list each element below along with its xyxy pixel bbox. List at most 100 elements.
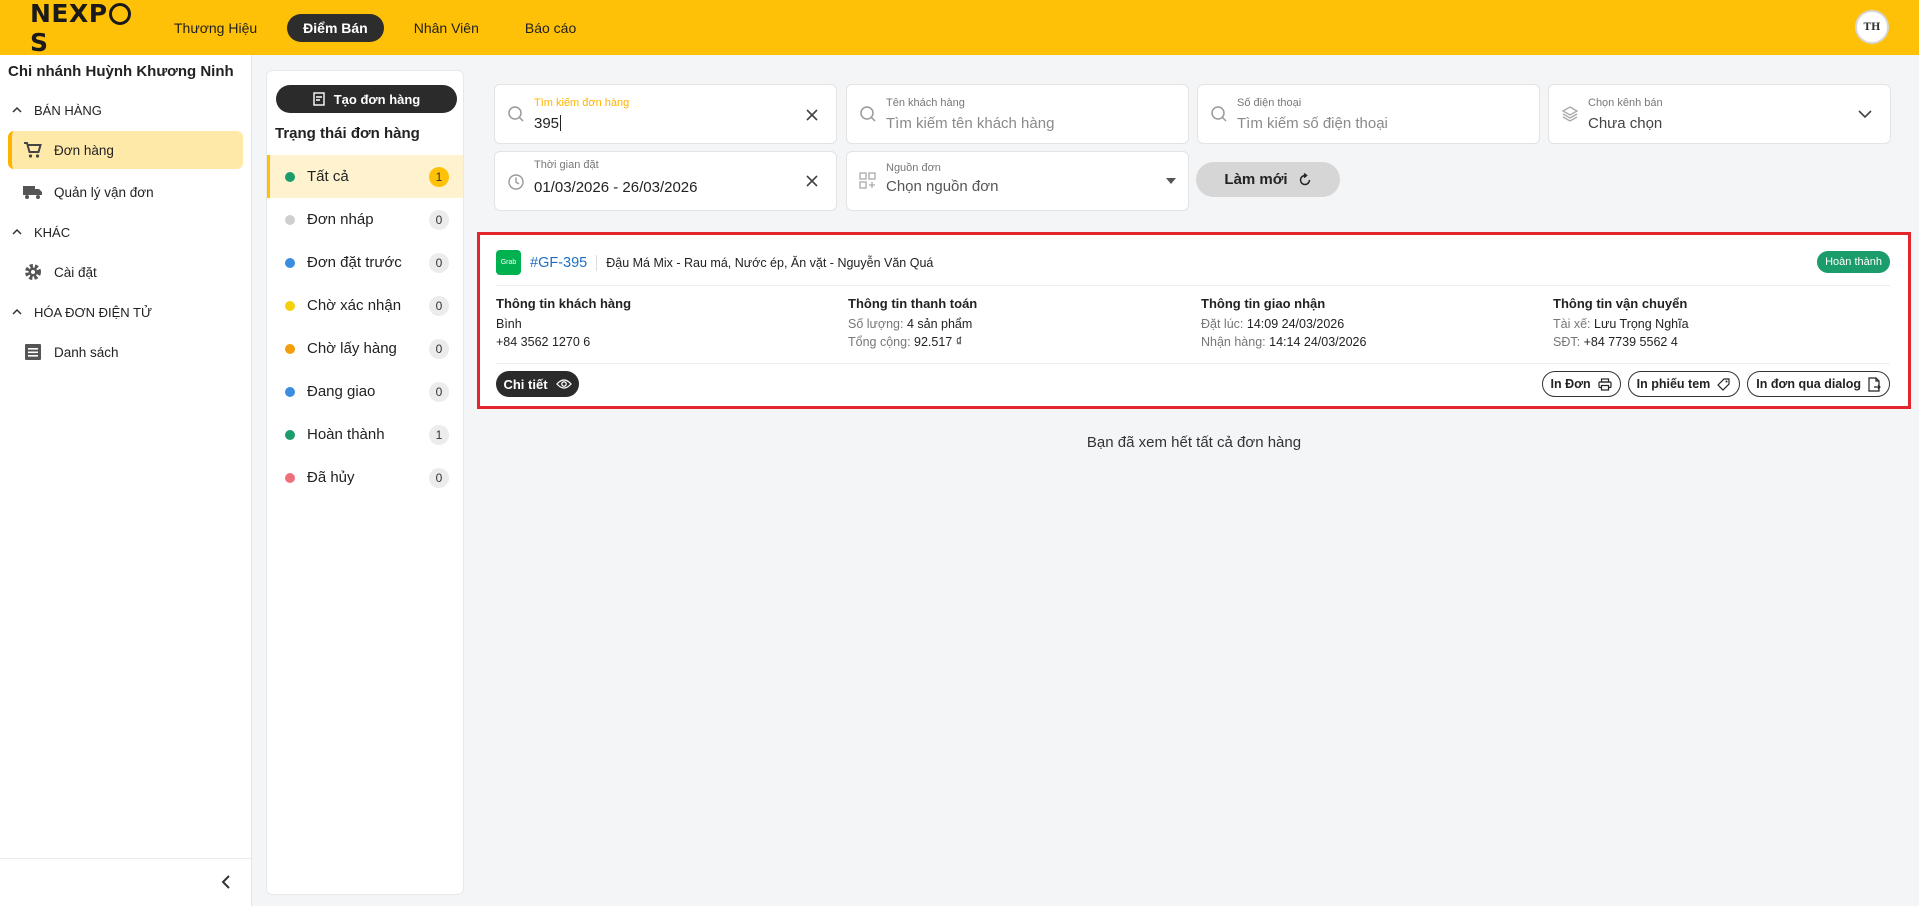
customer-info-heading: Thông tin khách hàng xyxy=(496,296,632,311)
nav-diem-ban[interactable]: Điểm Bán xyxy=(287,13,384,42)
phone-label: Số điện thoại xyxy=(1237,97,1302,109)
status-label: Tất cả xyxy=(307,168,349,185)
customer-name-field[interactable]: Tên khách hàng Tìm kiếm tên khách hàng xyxy=(846,84,1189,144)
order-card-header: Grab #GF-395 Đậu Má Mix - Rau má, Nước é… xyxy=(496,250,933,275)
divider xyxy=(496,363,1890,364)
nav-thuong-hieu[interactable]: Thương Hiệu xyxy=(158,14,273,42)
clear-icon[interactable] xyxy=(806,109,818,121)
clock-icon xyxy=(508,174,524,190)
sidebar-item-quan-ly-van-don[interactable]: Quản lý vận đơn xyxy=(8,173,243,211)
status-item[interactable]: Đang giao 0 xyxy=(267,370,463,413)
section-khac[interactable]: KHÁC xyxy=(0,215,251,249)
status-label: Đã hủy xyxy=(307,469,355,486)
order-card[interactable]: Grab #GF-395 Đậu Má Mix - Rau má, Nước é… xyxy=(477,232,1911,409)
search-order-label: Tìm kiếm đơn hàng xyxy=(534,97,630,109)
section-title: HÓA ĐƠN ĐIỆN TỬ xyxy=(34,304,153,320)
source-select[interactable]: Nguồn đơn Chọn nguồn đơn xyxy=(846,151,1189,211)
order-time-field[interactable]: Thời gian đặt 01/03/2026 - 26/03/2026 xyxy=(494,151,837,211)
customer-name-input[interactable]: Tìm kiếm tên khách hàng xyxy=(886,115,1054,132)
status-dot-icon xyxy=(285,171,295,182)
printer-icon xyxy=(1598,377,1612,391)
caret-down-icon[interactable] xyxy=(1166,178,1176,184)
status-dot-icon xyxy=(285,300,295,311)
status-item[interactable]: Chờ xác nhận 0 xyxy=(267,284,463,327)
phone-field[interactable]: Số điện thoại Tìm kiếm số điện thoại xyxy=(1197,84,1540,144)
ordered-at-value: 14:09 24/03/2026 xyxy=(1246,317,1345,331)
sidebar-item-danh-sach[interactable]: Danh sách xyxy=(8,333,243,371)
print-order-button[interactable]: In Đơn xyxy=(1541,371,1621,397)
status-dot-icon xyxy=(285,343,295,354)
nexpos-logo[interactable]: NEXPS xyxy=(30,0,138,57)
print-label-label: In phiếu tem xyxy=(1636,377,1711,391)
detail-button[interactable]: Chi tiết xyxy=(496,371,579,397)
status-count-badge: 0 xyxy=(429,338,449,359)
clear-icon[interactable] xyxy=(806,175,818,187)
gear-icon xyxy=(22,262,44,282)
sidebar-item-don-hang[interactable]: Đơn hàng xyxy=(8,131,243,169)
search-icon xyxy=(860,106,876,122)
driver-label: Tài xế: xyxy=(1553,317,1591,331)
search-order-input[interactable]: 395 xyxy=(534,115,562,132)
status-count-badge: 0 xyxy=(429,209,449,230)
print-buttons: In Đơn In phiếu tem In đơn qua dialog xyxy=(1535,371,1890,397)
received-label: Nhận hàng: xyxy=(1201,335,1266,349)
status-item[interactable]: Đơn đặt trước 0 xyxy=(267,241,463,284)
status-item[interactable]: Hoàn thành 1 xyxy=(267,413,463,456)
chevron-up-icon xyxy=(12,308,22,315)
truck-icon xyxy=(22,182,44,202)
status-dot-icon xyxy=(285,429,295,440)
payment-info: Thông tin thanh toán Số lượng: 4 sản phẩ… xyxy=(848,296,977,351)
sidebar-item-cai-dat[interactable]: Cài đặt xyxy=(8,253,243,291)
nav-nhan-vien[interactable]: Nhân Viên xyxy=(398,14,495,42)
driver-value: Lưu Trọng Nghĩa xyxy=(1594,317,1689,331)
customer-name: Bình xyxy=(496,317,522,331)
order-id-link[interactable]: #GF-395 xyxy=(530,255,587,271)
search-order-field[interactable]: Tìm kiếm đơn hàng 395 xyxy=(494,84,837,144)
main-nav: Thương Hiệu Điểm Bán Nhân Viên Báo cáo xyxy=(158,13,606,42)
channel-select[interactable]: Chọn kênh bán Chưa chọn xyxy=(1548,84,1891,144)
section-ban-hang[interactable]: BÁN HÀNG xyxy=(0,93,251,127)
payment-info-heading: Thông tin thanh toán xyxy=(848,296,978,311)
status-item[interactable]: Đơn nháp 0 xyxy=(267,198,463,241)
quantity-value: 4 sản phẩm xyxy=(906,317,973,331)
channel-value: Chưa chọn xyxy=(1588,115,1663,132)
section-hoa-don-dien-tu[interactable]: HÓA ĐƠN ĐIỆN TỬ xyxy=(0,295,251,329)
chevron-left-icon[interactable] xyxy=(221,875,231,889)
shipping-info-heading: Thông tin vận chuyển xyxy=(1553,296,1688,311)
status-dot-icon xyxy=(285,257,295,268)
top-navbar: NEXPS Thương Hiệu Điểm Bán Nhân Viên Báo… xyxy=(0,0,1919,57)
status-item[interactable]: Đã hủy 0 xyxy=(267,456,463,499)
status-label: Đơn nháp xyxy=(307,211,374,228)
status-item[interactable]: Chờ lấy hàng 0 xyxy=(267,327,463,370)
status-list: Tất cả 1 Đơn nháp 0 Đơn đặt trước 0 Chờ xác nh… xyxy=(267,155,463,499)
ordered-at-label: Đặt lúc: xyxy=(1201,317,1244,331)
eye-icon xyxy=(555,379,572,389)
nav-bao-cao[interactable]: Báo cáo xyxy=(509,14,592,42)
chevron-up-icon xyxy=(12,106,22,113)
note-add-icon xyxy=(313,92,325,106)
apps-add-icon xyxy=(859,172,876,189)
chevron-down-icon[interactable] xyxy=(1858,109,1872,119)
list-icon xyxy=(22,342,44,362)
print-dialog-label: In đơn qua dialog xyxy=(1756,377,1861,391)
status-label: Hoàn thành xyxy=(307,426,385,443)
status-item[interactable]: Tất cả 1 xyxy=(267,155,463,198)
create-order-button[interactable]: Tạo đơn hàng xyxy=(276,85,457,113)
refresh-button[interactable]: Làm mới xyxy=(1196,162,1340,197)
status-label: Chờ lấy hàng xyxy=(307,340,397,357)
status-count-badge: 0 xyxy=(429,381,449,402)
section-title: KHÁC xyxy=(34,224,71,240)
cart-icon xyxy=(22,140,44,160)
print-label-button[interactable]: In phiếu tem xyxy=(1627,371,1741,397)
phone-input[interactable]: Tìm kiếm số điện thoại xyxy=(1237,115,1388,132)
status-label: Chờ xác nhận xyxy=(307,297,402,314)
status-panel-title: Trạng thái đơn hàng xyxy=(275,125,420,142)
grab-logo: Grab xyxy=(496,250,521,275)
user-avatar[interactable]: TH xyxy=(1855,10,1889,44)
status-badge: Hoàn thành xyxy=(1817,251,1890,273)
status-count-badge: 0 xyxy=(429,295,449,316)
divider xyxy=(596,254,598,271)
store-name: Đậu Má Mix - Rau má, Nước ép, Ăn vặt - N… xyxy=(606,255,934,270)
print-dialog-button[interactable]: In đơn qua dialog xyxy=(1747,371,1890,397)
branch-name: Chi nhánh Huỳnh Khương Ninh xyxy=(8,63,234,80)
